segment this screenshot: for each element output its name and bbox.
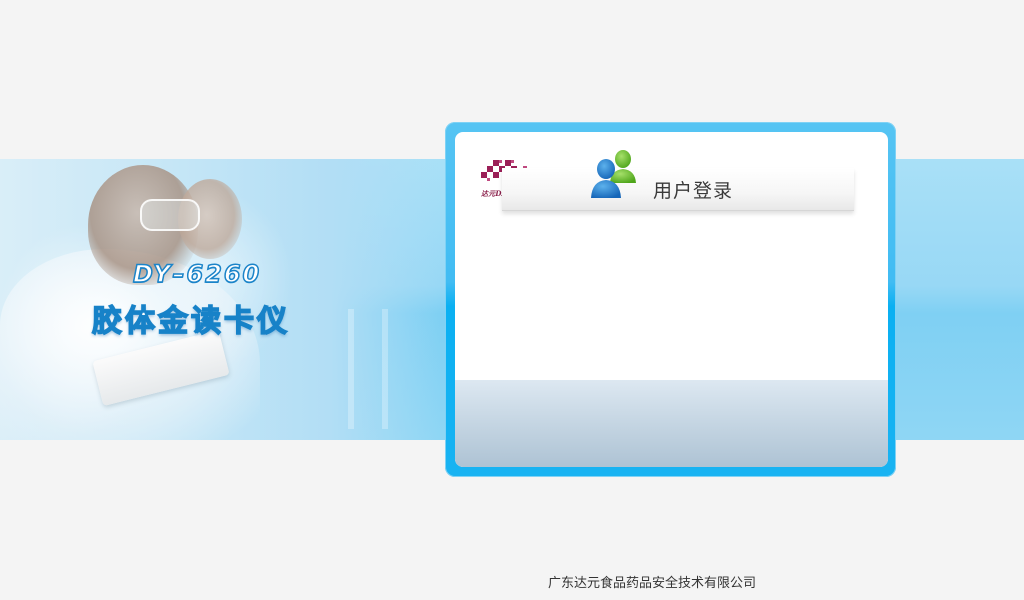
safety-goggles <box>140 199 200 231</box>
product-model: DY–6260 <box>132 259 262 289</box>
company-footer: 广东达元食品药品安全技术有限公司 <box>548 576 757 591</box>
login-footer-area <box>455 380 888 467</box>
login-panel: 达元DAYUAN 用户登录 <box>445 122 896 477</box>
product-name: 胶体金读卡仪 <box>91 303 290 340</box>
users-group-icon <box>591 150 636 198</box>
login-form-area <box>455 222 888 380</box>
login-panel-inner: 达元DAYUAN 用户登录 <box>455 132 888 467</box>
login-title: 用户登录 <box>653 180 734 202</box>
lab-glassware <box>330 309 420 429</box>
